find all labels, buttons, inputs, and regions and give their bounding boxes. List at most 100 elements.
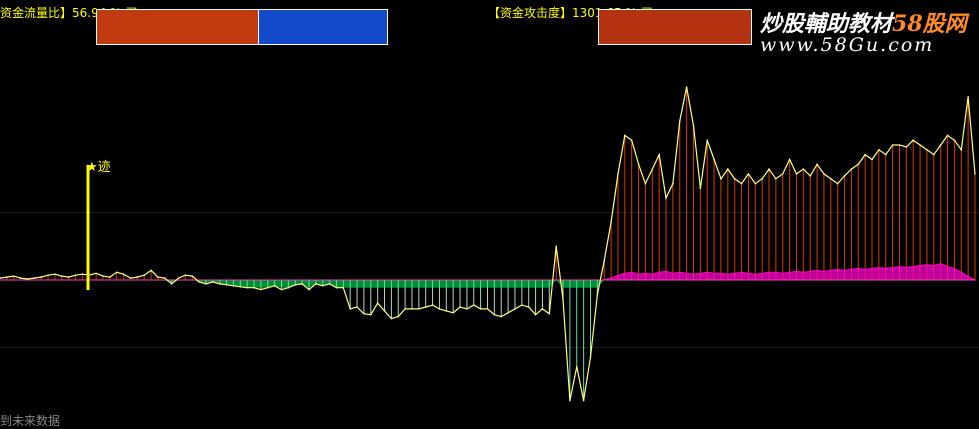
- data-point-38: [260, 288, 262, 291]
- data-point-95: [651, 168, 654, 170]
- data-point-9: [60, 275, 63, 277]
- data-point-88: [603, 259, 606, 262]
- data-point-23: [157, 276, 159, 278]
- attack-red-block: [598, 9, 752, 45]
- data-point-43: [294, 284, 297, 286]
- main-line-path: [0, 86, 976, 401]
- data-point-70: [479, 308, 482, 310]
- data-point-19: [129, 277, 132, 279]
- flow-ratio-red-block: [96, 9, 258, 45]
- data-point-17: [115, 271, 118, 274]
- data-point-130: [891, 144, 894, 146]
- main-line-series: [0, 86, 976, 402]
- data-point-59: [404, 308, 406, 310]
- data-point-47: [321, 284, 324, 287]
- data-point-21: [143, 274, 145, 276]
- data-point-15: [102, 275, 104, 277]
- data-point-18: [122, 273, 125, 276]
- indicator-chart: [0, 86, 979, 402]
- data-point-79: [541, 308, 544, 310]
- marker-label: ★迹: [86, 160, 111, 175]
- data-point-12: [81, 273, 84, 276]
- data-point-2: [12, 275, 15, 277]
- data-point-46: [315, 283, 317, 285]
- data-point-76: [521, 304, 523, 306]
- data-point-136: [933, 153, 935, 156]
- data-point-122: [836, 182, 839, 185]
- data-point-132: [905, 146, 908, 148]
- data-point-75: [514, 308, 516, 310]
- data-point-62: [424, 306, 427, 308]
- data-point-134: [919, 144, 921, 146]
- data-point-127: [871, 158, 873, 161]
- data-point-140: [960, 149, 963, 151]
- negative-bars: [0, 280, 975, 401]
- data-point-104: [713, 158, 715, 161]
- data-point-28: [191, 275, 194, 277]
- data-point-78: [534, 313, 537, 316]
- purple-area-fill: [0, 263, 977, 281]
- data-point-73: [500, 315, 503, 318]
- data-point-4: [26, 278, 29, 280]
- data-point-85: [582, 399, 585, 402]
- data-point-138: [946, 134, 949, 137]
- data-point-90: [617, 173, 619, 175]
- data-point-112: [768, 168, 770, 170]
- data-point-91: [624, 134, 626, 137]
- data-point-56: [383, 310, 386, 312]
- data-point-84: [575, 365, 578, 368]
- data-point-103: [706, 139, 709, 141]
- data-point-63: [431, 304, 434, 306]
- data-point-11: [74, 274, 77, 276]
- data-point-22: [150, 269, 152, 272]
- data-point-26: [177, 277, 180, 279]
- data-point-128: [878, 149, 880, 151]
- data-point-30: [205, 283, 207, 285]
- data-point-81: [555, 245, 557, 248]
- data-point-114: [781, 173, 784, 175]
- data-point-87: [596, 293, 599, 296]
- data-point-42: [287, 286, 290, 289]
- data-point-93: [637, 163, 640, 166]
- data-point-118: [809, 175, 812, 177]
- data-point-32: [218, 283, 221, 285]
- data-point-49: [335, 286, 338, 289]
- data-point-7: [47, 274, 49, 276]
- data-point-77: [527, 306, 530, 308]
- footer-status: 到未来数据: [0, 414, 61, 428]
- data-point-106: [727, 168, 729, 170]
- watermark-url: www.58Gu.com: [760, 34, 935, 56]
- data-point-60: [411, 308, 413, 310]
- data-point-123: [843, 175, 846, 177]
- positive-bars: [6, 87, 976, 280]
- data-point-37: [253, 286, 255, 289]
- data-point-129: [884, 153, 887, 156]
- data-point-71: [486, 308, 489, 310]
- data-point-117: [802, 168, 805, 170]
- data-point-68: [466, 308, 468, 310]
- data-point-41: [280, 288, 283, 291]
- data-point-94: [644, 182, 647, 185]
- data-point-48: [328, 283, 331, 285]
- data-point-24: [163, 277, 166, 279]
- data-point-74: [507, 311, 509, 314]
- data-point-96: [658, 153, 660, 156]
- data-point-98: [672, 182, 674, 185]
- data-point-20: [136, 276, 139, 278]
- data-point-83: [569, 399, 571, 402]
- data-point-92: [630, 139, 633, 141]
- data-point-5: [33, 277, 36, 279]
- data-point-105: [720, 177, 722, 180]
- data-point-120: [823, 173, 825, 175]
- data-point-80: [548, 312, 551, 315]
- data-point-121: [830, 177, 832, 180]
- flow-ratio-blue-block: [258, 9, 388, 45]
- data-point-64: [438, 308, 441, 310]
- data-point-45: [308, 288, 310, 291]
- data-point-65: [445, 310, 448, 312]
- data-point-61: [418, 308, 420, 310]
- data-point-29: [198, 281, 200, 283]
- data-point-102: [699, 187, 702, 190]
- data-point-97: [665, 197, 667, 199]
- data-point-100: [685, 86, 688, 88]
